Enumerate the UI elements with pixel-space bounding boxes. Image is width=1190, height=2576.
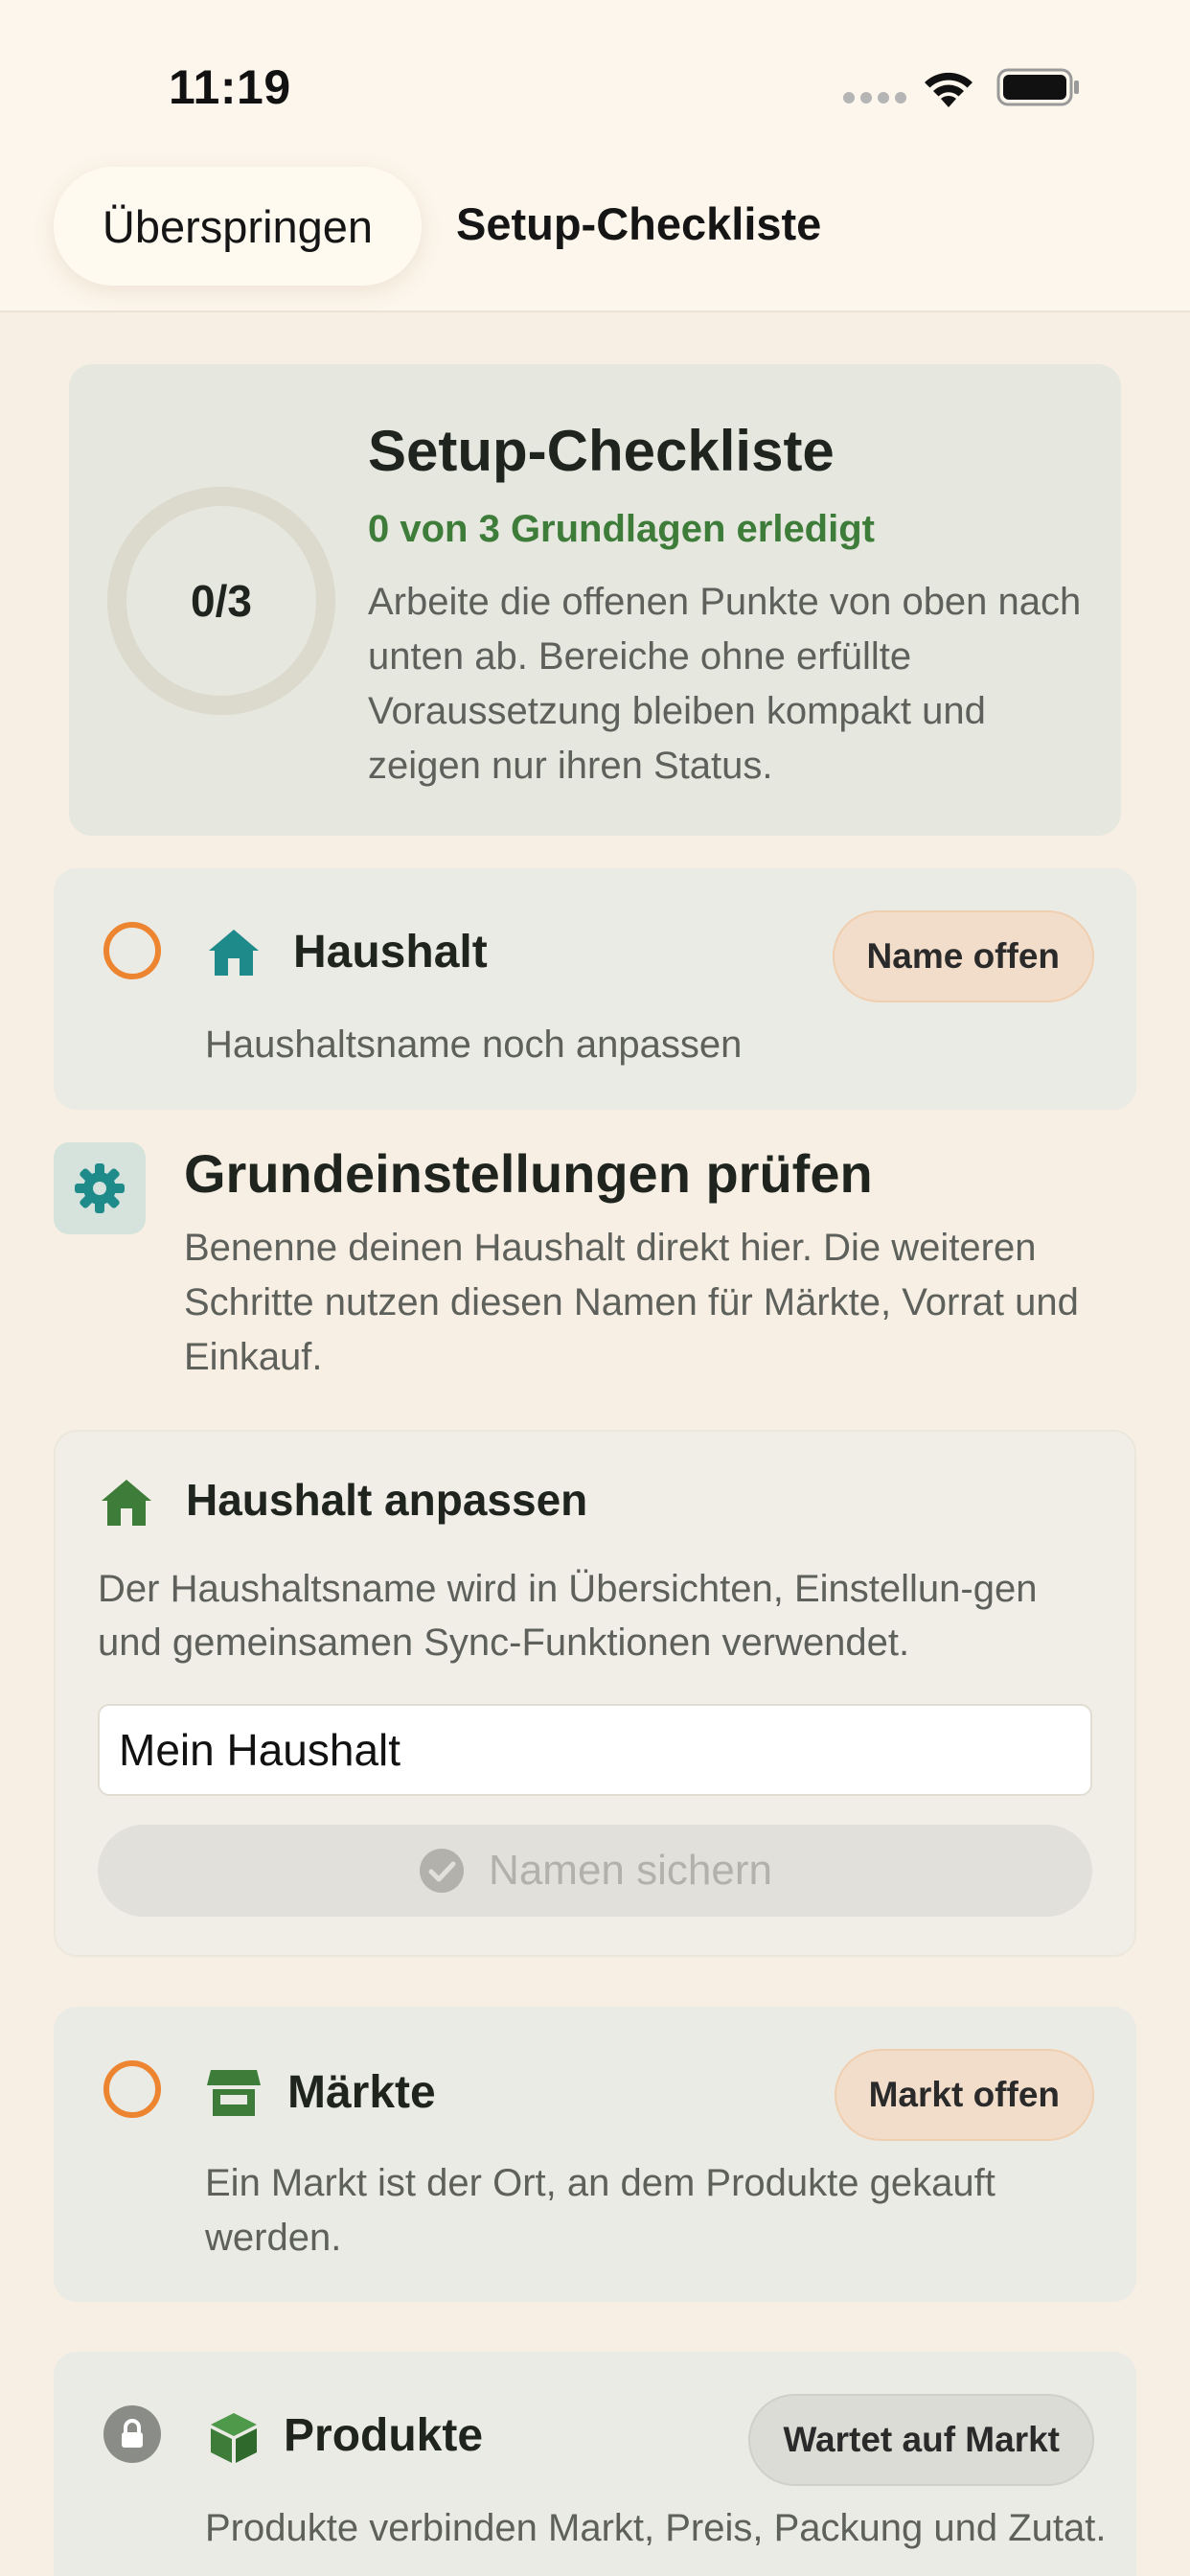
- settings-section-icon-box: [54, 1142, 146, 1234]
- step-title: Produkte: [284, 2410, 484, 2461]
- step-card-products[interactable]: Produkte Wartet auf Markt Produkte verbi…: [54, 2352, 1136, 2576]
- status-badge: Wartet auf Markt: [748, 2394, 1094, 2486]
- status-badge: Markt offen: [834, 2049, 1094, 2141]
- progress-ring: 0/3: [107, 487, 335, 715]
- nav-title: Setup-Checkliste: [456, 198, 822, 249]
- navigation-bar: Überspringen Setup-Checkliste: [0, 153, 1190, 312]
- step-description: Ein Markt ist der Ort, an dem Produkte g…: [205, 2162, 995, 2259]
- house-icon: [209, 930, 259, 976]
- step-title: Haushalt: [293, 927, 488, 978]
- save-name-label: Namen sichern: [489, 1847, 772, 1894]
- house-icon: [102, 1480, 151, 1526]
- summary-progress-text: 0 von 3 Grundlagen erledigt: [368, 508, 875, 550]
- step-card-markets[interactable]: Märkte Markt offen Ein Markt ist der Ort…: [54, 2007, 1136, 2302]
- gear-icon: [75, 1163, 125, 1213]
- step-title: Märkte: [287, 2067, 436, 2118]
- settings-section-title: Grundeinstellungen prüfen: [184, 1143, 873, 1204]
- box-icon: [211, 2413, 257, 2463]
- step-description: Produkte verbinden Markt, Preis, Packung…: [205, 2507, 1107, 2549]
- store-icon: [207, 2070, 261, 2116]
- settings-section-description: Benenne deinen Haushalt direkt hier. Die…: [184, 1227, 1079, 1378]
- status-time: 11:19: [169, 60, 291, 114]
- progress-ring-label: 0/3: [191, 576, 252, 626]
- household-edit-card: Haushalt anpassen Der Haushaltsname wird…: [54, 1430, 1136, 1957]
- cellular-signal-icon: [843, 92, 906, 104]
- open-status-circle-icon: [103, 2060, 161, 2118]
- wifi-icon: [925, 72, 973, 107]
- lock-icon: [103, 2405, 161, 2463]
- status-badge: Name offen: [832, 910, 1094, 1002]
- open-status-circle-icon: [103, 922, 161, 979]
- household-edit-title: Haushalt anpassen: [186, 1475, 588, 1525]
- household-name-input[interactable]: [98, 1704, 1092, 1796]
- checklist-summary-card: 0/3 Setup-Checkliste 0 von 3 Grundlagen …: [69, 364, 1121, 836]
- checkmark-circle-icon: [420, 1849, 465, 1893]
- step-description: Haushaltsname noch anpassen: [205, 1024, 743, 1066]
- skip-button[interactable]: Überspringen: [54, 167, 422, 286]
- household-edit-description: Der Haushaltsname wird in Übersichten, E…: [98, 1568, 1038, 1664]
- save-name-button[interactable]: Namen sichern: [98, 1825, 1092, 1917]
- summary-title: Setup-Checkliste: [368, 419, 835, 483]
- summary-description: Arbeite die offenen Punkte von oben nach…: [368, 581, 1082, 787]
- step-card-household[interactable]: Haushalt Name offen Haushaltsname noch a…: [54, 868, 1136, 1110]
- battery-icon: [996, 68, 1079, 106]
- status-bar: 11:19: [0, 0, 1190, 172]
